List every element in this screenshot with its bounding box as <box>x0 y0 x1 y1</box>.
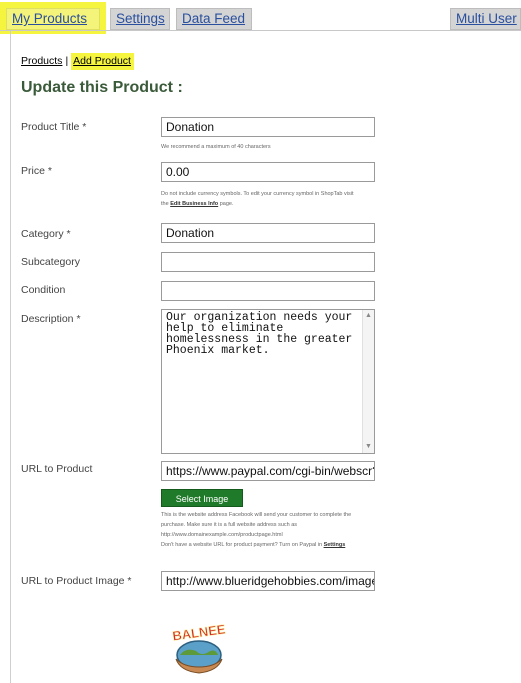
product-title-label: Product Title * <box>21 121 87 133</box>
breadcrumb-separator: | <box>65 55 69 67</box>
breadcrumb-add-product-highlight: Add Product <box>71 53 134 70</box>
page-title: Update this Product : <box>21 79 183 96</box>
url-to-product-help: This is the website address Facebook wil… <box>161 512 352 548</box>
product-image-logo: BALNEE <box>166 611 232 677</box>
condition-label: Condition <box>21 284 66 296</box>
tab-settings[interactable]: Settings <box>110 8 170 30</box>
logo-graphic: BALNEE <box>171 621 227 674</box>
breadcrumb-products-link[interactable]: Products <box>21 55 62 67</box>
url-to-product-input[interactable]: https://www.paypal.com/cgi-bin/webscr?c <box>161 461 375 481</box>
category-label: Category * <box>21 228 71 240</box>
breadcrumb-add-product-link[interactable]: Add Product <box>73 55 131 67</box>
description-text: Our organization needs your help to elim… <box>166 311 360 357</box>
url-to-product-image-input[interactable]: http://www.blueridgehobbies.com/images <box>161 571 375 591</box>
price-help-prefix: the <box>161 201 171 207</box>
url-to-product-image-label: URL to Product Image * <box>21 575 132 587</box>
condition-input[interactable] <box>161 281 375 301</box>
description-label: Description * <box>21 313 81 325</box>
description-scrollbar[interactable]: ▲ ▼ <box>362 310 374 453</box>
select-image-button[interactable]: Select Image <box>161 489 243 507</box>
price-input[interactable]: 0.00 <box>161 162 375 182</box>
settings-link[interactable]: Settings <box>324 542 346 548</box>
breadcrumb: Products | Add Product <box>21 53 134 70</box>
category-input[interactable]: Donation <box>161 223 375 243</box>
price-label: Price * <box>21 165 52 177</box>
price-help: Do not include currency symbols. To edit… <box>161 191 354 207</box>
url-to-product-label: URL to Product <box>21 463 93 475</box>
description-textarea[interactable]: Our organization needs your help to elim… <box>161 309 375 454</box>
tab-multi-user[interactable]: Multi User <box>450 8 521 30</box>
scroll-down-icon[interactable]: ▼ <box>363 442 374 452</box>
subcategory-label: Subcategory <box>21 256 80 268</box>
tab-data-feed[interactable]: Data Feed <box>176 8 252 30</box>
product-title-input[interactable]: Donation <box>161 117 375 137</box>
subcategory-input[interactable] <box>161 252 375 272</box>
product-title-help: We recommend a maximum of 40 characters <box>161 144 271 150</box>
tab-my-products[interactable]: My Products <box>6 8 100 30</box>
edit-business-info-link[interactable]: Edit Business Info <box>170 201 218 207</box>
scroll-up-icon[interactable]: ▲ <box>363 311 374 321</box>
